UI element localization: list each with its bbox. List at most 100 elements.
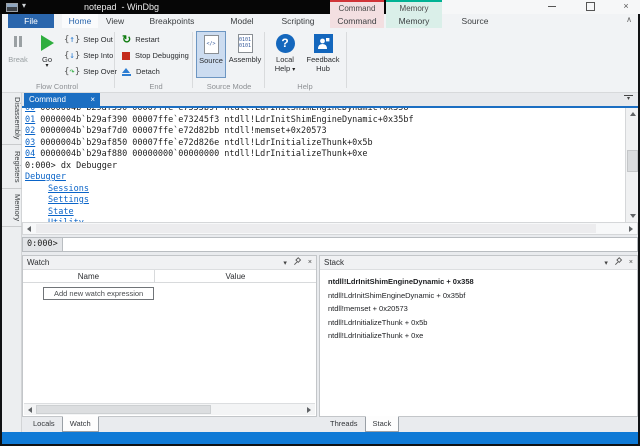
frame-02-link[interactable]: 02: [25, 126, 35, 136]
command-horizontal-scrollbar[interactable]: [22, 222, 638, 235]
close-button[interactable]: ×: [614, 0, 638, 14]
tab-close-icon[interactable]: ×: [90, 95, 95, 104]
command-input[interactable]: [62, 237, 638, 252]
scroll-left-icon[interactable]: [23, 223, 35, 234]
stack-panel-title: Stack: [324, 258, 344, 267]
tab-home[interactable]: Home: [62, 14, 98, 28]
restart-button[interactable]: ↻ Restart: [122, 32, 159, 47]
step-over-button[interactable]: {↷} Step Over: [64, 64, 117, 79]
scroll-right-icon[interactable]: [303, 404, 315, 415]
windbg-window: ▾ notepad - WinDbg Command Memory × File…: [0, 0, 640, 446]
debugger-link[interactable]: Debugger: [25, 172, 66, 182]
tab-stack[interactable]: Stack: [365, 416, 400, 432]
stack-panel: Stack ▾ × ntdll!LdrInitShimEngineDynamic…: [319, 255, 638, 417]
sidebar-tab-disassembly[interactable]: Disassembly: [2, 93, 22, 145]
settings-link[interactable]: Settings: [48, 195, 89, 205]
scrollbar-thumb[interactable]: [36, 405, 211, 414]
stop-debugging-button[interactable]: Stop Debugging: [122, 48, 189, 63]
add-watch-expression-button[interactable]: Add new watch expression: [43, 287, 154, 300]
tab-source-contextual[interactable]: Source: [450, 14, 500, 28]
restart-icon: ↻: [122, 33, 131, 46]
minimize-button[interactable]: [540, 0, 564, 14]
panel-close-icon[interactable]: ×: [308, 259, 312, 266]
quick-access-caret-icon[interactable]: ▾: [22, 1, 26, 10]
watch-panel-tabs: Locals Watch: [26, 417, 99, 432]
panel-close-icon[interactable]: ×: [629, 259, 633, 266]
context-group-command: Command: [330, 0, 384, 14]
frame-03-link[interactable]: 03: [25, 138, 35, 148]
tab-memory-contextual[interactable]: Memory: [386, 14, 442, 28]
tab-view[interactable]: View: [100, 14, 130, 28]
column-header-name[interactable]: Name: [23, 270, 155, 282]
pin-icon[interactable]: [614, 257, 623, 268]
feedback-hub-button[interactable]: Feedback Hub: [304, 31, 342, 81]
stack-frame-0[interactable]: ntdll!LdrInitShimEngineDynamic + 0x358: [328, 275, 629, 289]
pin-icon[interactable]: [293, 257, 302, 268]
stack-frame-4[interactable]: ntdll!LdrInitializeThunk + 0xe: [328, 329, 629, 343]
group-label-help: Help: [268, 82, 342, 91]
sidebar-tab-registers[interactable]: Registers: [2, 145, 22, 189]
scrollbar-thumb[interactable]: [36, 224, 596, 233]
scroll-left-icon[interactable]: [24, 404, 36, 415]
context-group-memory: Memory: [386, 0, 442, 14]
tab-watch[interactable]: Watch: [62, 416, 99, 432]
play-icon: [34, 31, 60, 55]
frame-01-link[interactable]: 01: [25, 115, 35, 125]
eject-icon: [122, 68, 131, 76]
assembly-doc-icon: 0101 0101: [228, 31, 262, 55]
go-dropdown-caret-icon[interactable]: ▾: [34, 64, 60, 69]
window-dock-menu-icon[interactable]: ▾: [624, 95, 633, 101]
stack-frame-3[interactable]: ntdll!LdrInitializeThunk + 0x5b: [328, 316, 629, 330]
stack-frame-1[interactable]: ntdll!LdrInitShimEngineDynamic + 0x35bf: [328, 289, 629, 303]
app-icon[interactable]: [6, 3, 18, 12]
tab-command-window[interactable]: Command ×: [24, 93, 100, 106]
state-link[interactable]: State: [48, 207, 74, 217]
frame-04-link[interactable]: 04: [25, 149, 35, 159]
command-output: 000000004b`b29af35000007ffe`e7555b9fntdl…: [22, 108, 638, 222]
maximize-button[interactable]: [578, 0, 602, 14]
tab-model[interactable]: Model: [222, 14, 262, 28]
break-button[interactable]: Break: [4, 31, 32, 64]
collapse-ribbon-icon[interactable]: ∧: [626, 15, 632, 24]
column-header-value[interactable]: Value: [155, 270, 316, 282]
main-area: Disassembly Registers Memory Command × ▾…: [2, 93, 638, 432]
window-title: notepad - WinDbg: [84, 2, 159, 12]
scroll-down-icon[interactable]: [626, 210, 639, 222]
assembly-mode-button[interactable]: 0101 0101 Assembly: [228, 31, 262, 78]
command-vertical-scrollbar[interactable]: [625, 108, 638, 222]
tab-breakpoints[interactable]: Breakpoints: [142, 14, 202, 28]
tab-scripting[interactable]: Scripting: [274, 14, 322, 28]
tab-locals[interactable]: Locals: [26, 417, 62, 432]
help-dropdown-caret-icon: ▾: [292, 67, 295, 73]
sidebar-tab-memory[interactable]: Memory: [2, 189, 22, 227]
watch-horizontal-scrollbar[interactable]: [24, 403, 315, 415]
step-out-button[interactable]: {↑} Step Out: [64, 32, 113, 47]
status-bar: [2, 432, 638, 444]
detach-button[interactable]: Detach: [122, 64, 160, 79]
sessions-link[interactable]: Sessions: [48, 184, 89, 194]
source-doc-icon: </>: [197, 32, 225, 56]
watch-panel-title: Watch: [27, 258, 49, 267]
help-icon: ?: [268, 31, 302, 55]
group-label-source-mode: Source Mode: [196, 82, 262, 91]
go-button[interactable]: Go ▾: [34, 31, 60, 69]
tab-threads[interactable]: Threads: [323, 417, 365, 432]
source-mode-button[interactable]: </> Source: [196, 31, 226, 78]
stack-output-line: 020000004b`b29af7d000007ffe`e72d82bbntdl…: [25, 126, 638, 138]
frame-00-link[interactable]: 00: [25, 108, 35, 113]
local-help-button[interactable]: ? Local Help ▾: [268, 31, 302, 81]
stack-frame-list: ntdll!LdrInitShimEngineDynamic + 0x358 n…: [320, 270, 637, 348]
panel-menu-caret-icon[interactable]: ▾: [604, 259, 608, 267]
tab-command-contextual[interactable]: Command: [330, 14, 384, 28]
ribbon-tab-row: File Home View Breakpoints Model Scripti…: [2, 14, 638, 28]
tab-file[interactable]: File: [8, 14, 54, 28]
step-into-button[interactable]: {↓} Step Into: [64, 48, 113, 63]
watch-column-headers: Name Value: [23, 270, 316, 283]
prompt-label: 0:000>: [22, 237, 62, 252]
panel-menu-caret-icon[interactable]: ▾: [283, 259, 287, 267]
scrollbar-thumb[interactable]: [627, 150, 638, 172]
scroll-up-icon[interactable]: [626, 108, 639, 120]
left-dock-sidebar: Disassembly Registers Memory: [2, 93, 22, 432]
scroll-right-icon[interactable]: [625, 223, 637, 234]
stack-frame-2[interactable]: ntdll!memset + 0x20573: [328, 302, 629, 316]
